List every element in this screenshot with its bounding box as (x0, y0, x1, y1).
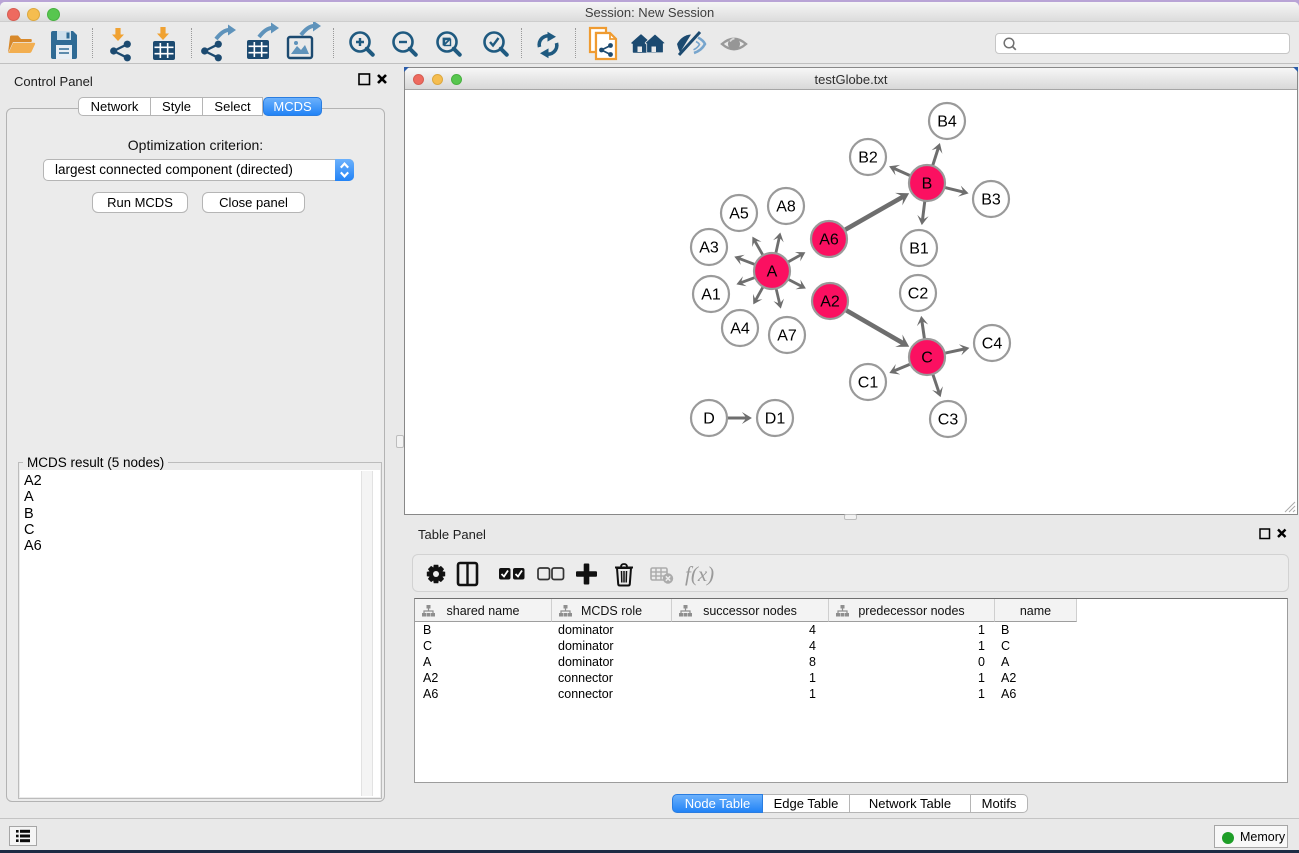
svg-text:D1: D1 (765, 411, 786, 428)
svg-text:B1: B1 (909, 241, 929, 258)
svg-text:D: D (703, 411, 715, 428)
svg-text:C1: C1 (858, 375, 879, 392)
svg-text:B3: B3 (981, 192, 1001, 209)
svg-text:f(x): f(x) (685, 562, 714, 586)
svg-text:A8: A8 (776, 199, 796, 216)
svg-text:A1: A1 (701, 287, 721, 304)
svg-text:C: C (921, 350, 933, 367)
svg-text:C4: C4 (982, 336, 1003, 353)
svg-text:A3: A3 (699, 240, 719, 257)
svg-text:A: A (767, 264, 778, 281)
svg-text:C2: C2 (908, 286, 929, 303)
svg-text:A7: A7 (777, 328, 797, 345)
svg-text:A2: A2 (820, 294, 840, 311)
svg-text:C3: C3 (938, 412, 959, 429)
svg-text:B2: B2 (858, 150, 878, 167)
svg-text:B: B (922, 176, 933, 193)
svg-text:A6: A6 (819, 232, 839, 249)
svg-text:A4: A4 (730, 321, 750, 338)
svg-text:B4: B4 (937, 114, 957, 131)
svg-text:A5: A5 (729, 206, 749, 223)
